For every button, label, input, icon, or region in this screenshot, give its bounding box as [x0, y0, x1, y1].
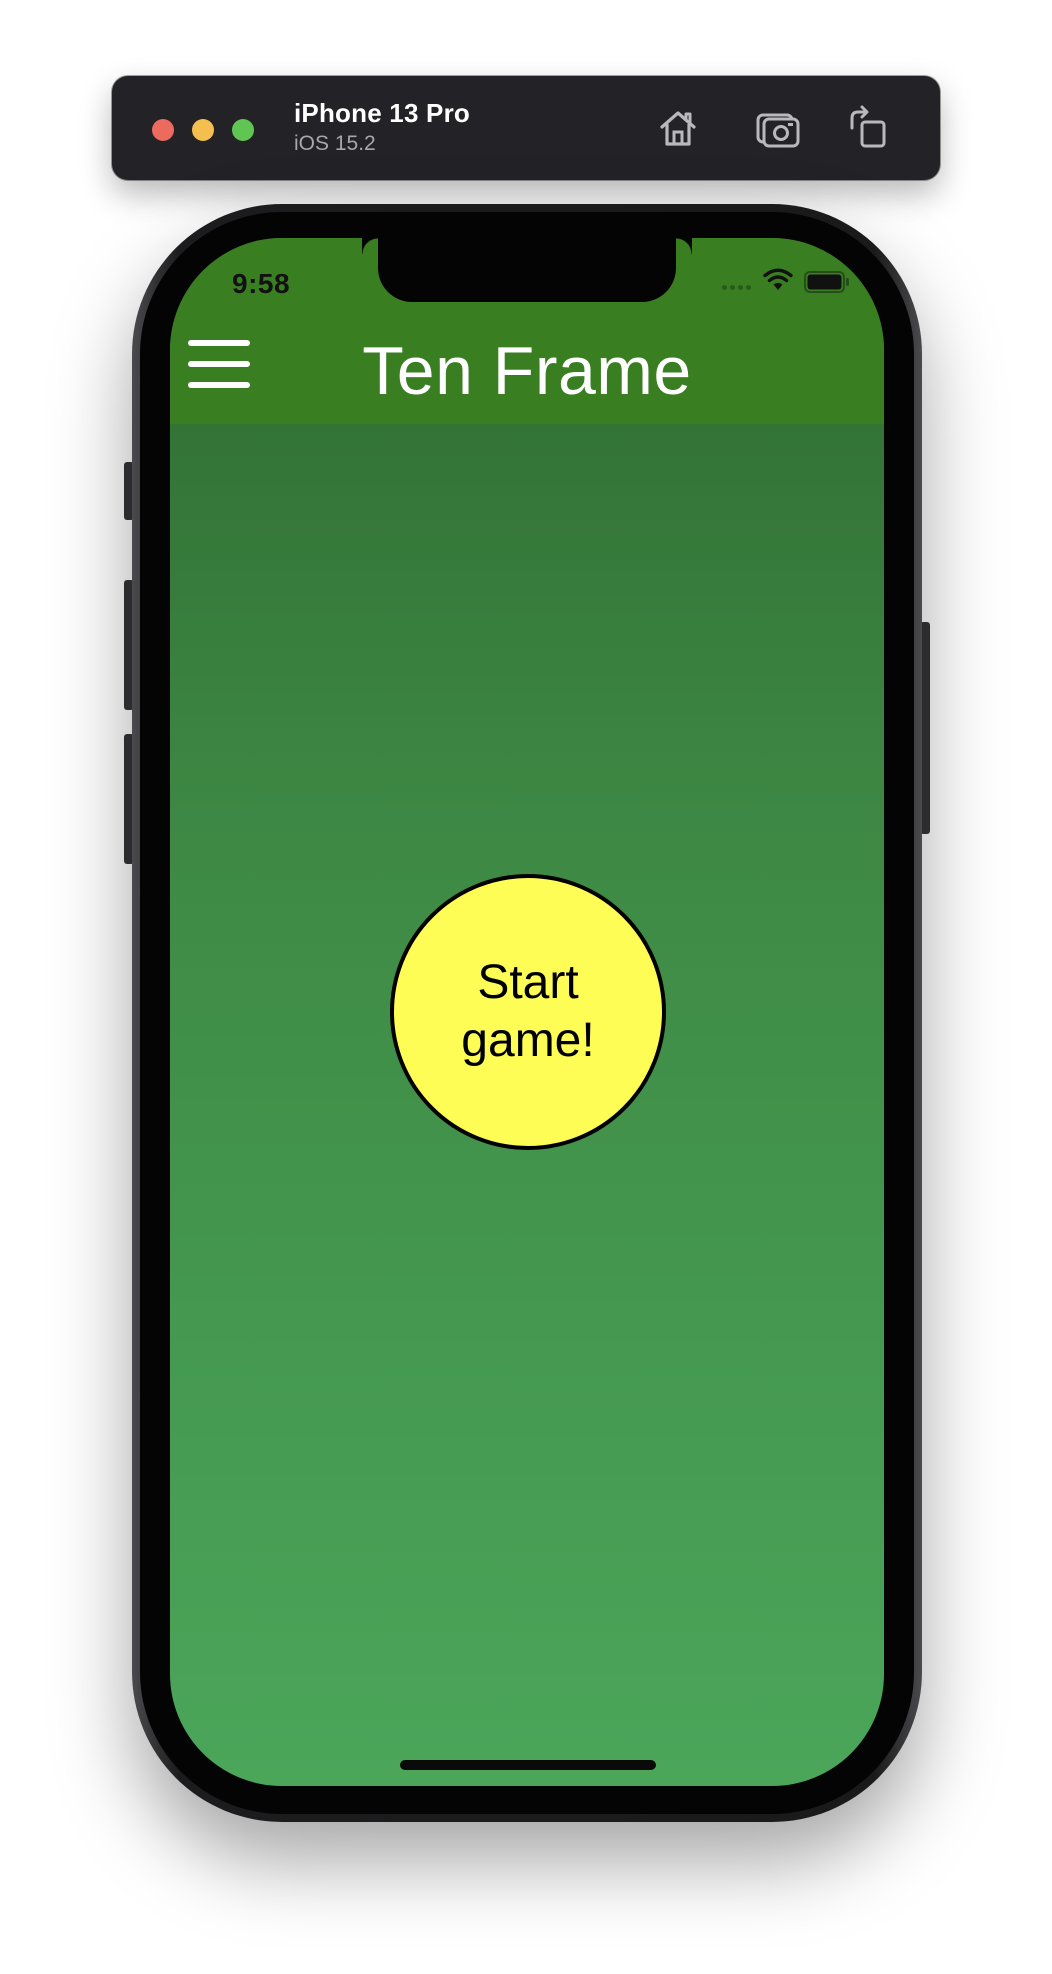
minimize-window-button[interactable] — [192, 119, 214, 141]
cellular-signal-icon — [722, 285, 756, 291]
close-window-button[interactable] — [152, 119, 174, 141]
start-game-button[interactable]: Start game! — [390, 874, 666, 1150]
status-time: 9:58 — [232, 268, 291, 299]
app-screen: 9:58 Ten Frame Start game! — [170, 238, 884, 1786]
home-indicator[interactable] — [400, 1760, 656, 1770]
battery-icon — [804, 271, 849, 293]
simulator-toolbar: iPhone 13 Pro iOS 15.2 — [112, 76, 940, 180]
simulator-window: iPhone 13 Pro iOS 15.2 9:58 Ten Frame St… — [0, 0, 1052, 1974]
start-game-label: Start game! — [461, 956, 595, 1067]
os-version: iOS 15.2 — [294, 132, 376, 155]
home-icon[interactable] — [652, 102, 704, 154]
page-title: Ten Frame — [362, 333, 692, 409]
screenshot-icon[interactable] — [752, 102, 804, 154]
device-name: iPhone 13 Pro — [294, 98, 470, 128]
device-notch — [378, 238, 692, 302]
zoom-window-button[interactable] — [232, 119, 254, 141]
wifi-icon — [763, 268, 793, 290]
rotate-icon[interactable] — [842, 102, 894, 154]
